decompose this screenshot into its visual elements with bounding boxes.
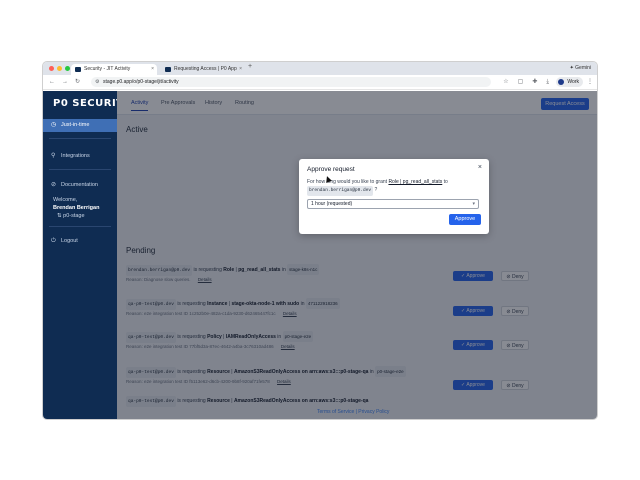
- close-icon[interactable]: ×: [478, 164, 482, 171]
- user-name: Brendan Berrigan: [53, 205, 100, 211]
- minimize-window-button[interactable]: [57, 66, 62, 71]
- close-tab-icon[interactable]: ×: [239, 64, 242, 75]
- logout-link[interactable]: ⏻ Logout: [43, 235, 117, 248]
- profile-button[interactable]: Work: [556, 77, 583, 87]
- gemini-button[interactable]: ✦ Gemini: [570, 64, 591, 73]
- window-controls: [49, 66, 70, 71]
- duration-select[interactable]: 1 hour (requested) ▾: [307, 199, 479, 209]
- browser-tab-security[interactable]: Security - JIT Activity ×: [71, 64, 157, 75]
- sidebar-item-just-in-time[interactable]: ◷ Just-in-time: [43, 119, 117, 132]
- toolbar-icons: ☆ ▢ ✚ ⤓: [503, 78, 549, 86]
- modal-backdrop[interactable]: Approve request × For how long would you…: [117, 91, 597, 419]
- plug-icon: ⚲: [51, 153, 56, 159]
- bookmark-star-icon[interactable]: ☆: [503, 78, 508, 86]
- forward-icon[interactable]: →: [62, 78, 68, 86]
- back-icon[interactable]: ←: [49, 78, 55, 86]
- address-bar-row: ← → ↻ ⚙ stage.p0.app/o/p0-stage/jit/acti…: [43, 75, 597, 90]
- welcome-text: Welcome,: [53, 197, 78, 203]
- logout-icon: ⏻: [51, 238, 56, 244]
- dialog-title: Approve request: [307, 166, 355, 173]
- browser-menu-icon[interactable]: ⋮: [587, 78, 593, 86]
- approve-request-dialog: Approve request × For how long would you…: [299, 159, 489, 234]
- close-window-button[interactable]: [49, 66, 54, 71]
- divider: [49, 138, 111, 139]
- extension-icon[interactable]: ▢: [518, 78, 524, 86]
- sidebar: P0 SECURITY ◷ Just-in-time ⚲ Integration…: [43, 91, 131, 419]
- role-name: Role | pg_read_all_stats: [388, 179, 443, 185]
- tab-strip: Security - JIT Activity × Requesting Acc…: [43, 62, 597, 75]
- org-switcher[interactable]: ⇅ p0-stage: [53, 213, 85, 220]
- p0-favicon-icon: [75, 67, 81, 72]
- divider: [49, 169, 111, 170]
- dialog-approve-button[interactable]: Approve: [449, 214, 481, 225]
- reload-icon[interactable]: ↻: [75, 78, 80, 86]
- avatar: [558, 79, 565, 85]
- link-icon: ⊘: [51, 182, 57, 188]
- browser-tab-requesting[interactable]: Requesting Access | P0 App ×: [161, 64, 245, 75]
- chevron-down-icon: ▾: [472, 201, 475, 207]
- puzzle-icon[interactable]: ✚: [532, 78, 537, 86]
- divider: [49, 226, 111, 227]
- sidebar-item-integrations[interactable]: ⚲ Integrations: [43, 150, 117, 163]
- sidebar-item-documentation[interactable]: ⊘ Documentation: [43, 179, 117, 192]
- clock-icon: ◷: [51, 122, 57, 128]
- close-tab-icon[interactable]: ×: [151, 64, 154, 75]
- url-field[interactable]: ⚙ stage.p0.app/o/p0-stage/jit/activity: [91, 77, 491, 87]
- p0-favicon-icon: [165, 67, 171, 72]
- maximize-window-button[interactable]: [65, 66, 70, 71]
- download-icon[interactable]: ⤓: [546, 78, 549, 86]
- new-tab-button[interactable]: +: [248, 63, 252, 70]
- requester: brendan.berrigan@p0.dev: [307, 186, 374, 196]
- browser-window: Security - JIT Activity × Requesting Acc…: [42, 61, 598, 420]
- site-info-icon[interactable]: ⚙: [95, 77, 99, 87]
- dialog-question: For how long would you like to grant Rol…: [307, 178, 483, 196]
